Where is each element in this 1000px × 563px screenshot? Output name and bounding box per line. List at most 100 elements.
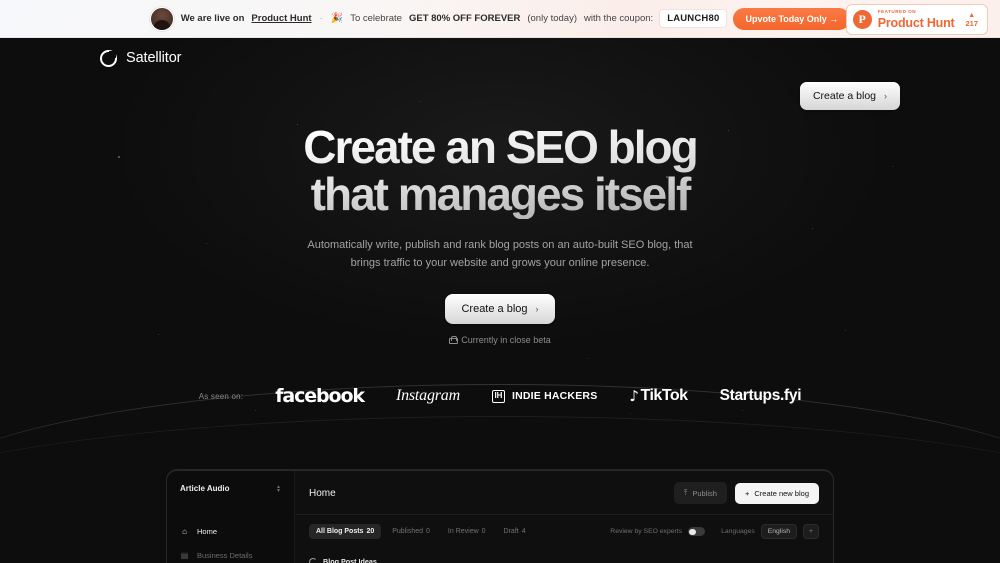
tiktok-label: TikTok (640, 387, 688, 405)
create-new-blog-label: Create new blog (754, 488, 809, 498)
promo-celebrate-text: To celebrate (350, 13, 402, 24)
music-note-icon: ♪ (629, 387, 639, 406)
sidebar-item-business-details[interactable]: ▤ Business Details (167, 543, 294, 563)
hero-cta-wrapper: Create a blog › Currently in close beta (0, 294, 1000, 345)
tab-count: 0 (426, 528, 430, 536)
product-hunt-logo-icon: P (852, 10, 872, 29)
badge-featured-label: FEATURED ON (877, 8, 917, 14)
hero-subtitle-line-1: Automatically write, publish and rank bl… (307, 238, 693, 251)
tab-label: All Blog Posts (316, 528, 364, 536)
create-new-blog-button[interactable]: + Create new blog (734, 482, 819, 504)
tab-count: 0 (481, 528, 486, 536)
seo-review-toggle[interactable] (688, 527, 706, 537)
workspace-switcher[interactable]: Article Audio ▲ ▼ (167, 484, 294, 493)
promo-offer-note: (only today) (527, 13, 577, 24)
status-filter-tabs: All Blog Posts 20 Published 0 In Review 0 D… (309, 524, 533, 540)
brand[interactable]: Satellitor (100, 49, 182, 67)
app-main: Home ⤒ Publish + Create new blog All Blo… (295, 471, 833, 563)
publish-label: Publish (692, 488, 717, 498)
upvote-today-button[interactable]: Upvote Today Only → (733, 7, 851, 30)
instagram-logo: Instagram (395, 387, 460, 405)
promo-offer-text: GET 80% OFF FOREVER (408, 13, 521, 24)
hero-create-blog-button[interactable]: Create a blog › (445, 294, 555, 325)
sidebar-item-label: Home (197, 526, 218, 536)
section-title: Blog Post Ideas (323, 557, 377, 563)
language-chip-english[interactable]: English (760, 524, 798, 540)
upvote-caret-icon: ▲ (968, 11, 976, 19)
as-seen-on-label: As seen on: (198, 391, 244, 401)
landing-page: We are live on Product Hunt · 🎉 To celeb… (0, 0, 1000, 563)
tiktok-logo: ♪ TikTok (629, 387, 688, 406)
workspace-name: Article Audio (180, 484, 230, 494)
tab-label: In Review (447, 528, 479, 536)
badge-product-name: Product Hunt (877, 15, 955, 30)
promo-separator: · (319, 13, 323, 24)
hero-create-blog-label: Create a blog (461, 303, 528, 316)
brand-name: Satellitor (126, 50, 182, 66)
languages-group: Languages English + (721, 524, 819, 540)
tab-count: 4 (521, 528, 526, 536)
app-topbar-actions: ⤒ Publish + Create new blog (674, 482, 819, 505)
product-hunt-badge[interactable]: P FEATURED ON Product Hunt ▲ 217 (845, 4, 988, 35)
upload-icon: ⤒ (684, 488, 688, 498)
section-header: Blog Post Ideas (309, 550, 819, 563)
app-page-title: Home (309, 487, 336, 499)
beta-status: Currently in close beta (449, 335, 551, 345)
home-icon: ⌂ (182, 526, 187, 536)
beta-status-label: Currently in close beta (461, 335, 551, 346)
app-topbar: Home ⤒ Publish + Create new blog (295, 471, 833, 516)
languages-label: Languages (721, 528, 755, 536)
indie-hackers-label: INDIE HACKERS (511, 390, 598, 403)
briefcase-icon: ▤ (180, 550, 189, 560)
promo-lead-text: We are live on (180, 13, 245, 24)
add-language-button[interactable]: + (803, 524, 819, 540)
tab-label: Published (392, 528, 423, 536)
tab-label: Draft (503, 528, 519, 536)
tab-in-review[interactable]: In Review 0 (441, 524, 493, 539)
indie-hackers-mark-icon: IH (491, 389, 505, 403)
seo-review-label: Review by SEO experts (610, 528, 683, 536)
indie-hackers-logo: IH INDIE HACKERS (491, 389, 598, 403)
hero-section: Satellitor Create a blog › Create an SEO… (0, 38, 1000, 563)
hero-title-line-1: Create an SEO blog (303, 121, 697, 173)
site-header: Satellitor (0, 38, 1000, 78)
badge-upvotes: ▲ 217 (965, 12, 978, 28)
hero-title-line-2: that manages itself (310, 168, 690, 221)
app-filter-bar: All Blog Posts 20 Published 0 In Review 0 D… (295, 515, 833, 548)
hero-subtitle: Automatically write, publish and rank bl… (0, 237, 1000, 273)
circle-logo-icon (100, 49, 117, 67)
app-preview-stage: Article Audio ▲ ▼ ⌂ Home ▤ Business Detai… (0, 384, 1000, 563)
chevron-up-down-icon: ▲ ▼ (276, 483, 281, 494)
product-hunt-link[interactable]: Product Hunt (251, 13, 311, 24)
app-sidebar: Article Audio ▲ ▼ ⌂ Home ▤ Business Detai… (167, 471, 295, 563)
tab-published[interactable]: Published 0 (385, 524, 437, 539)
publish-button[interactable]: ⤒ Publish (674, 482, 727, 505)
promo-message: We are live on Product Hunt · 🎉 To celeb… (149, 6, 851, 31)
page-title: Create an SEO blog that manages itself (0, 124, 1000, 219)
coupon-code[interactable]: LAUNCH80 (660, 10, 727, 27)
app-preview-window: Article Audio ▲ ▼ ⌂ Home ▤ Business Detai… (166, 470, 834, 563)
tab-all-blog-posts[interactable]: All Blog Posts 20 (309, 524, 382, 540)
upvote-count: 217 (965, 18, 978, 28)
tab-draft[interactable]: Draft 4 (497, 524, 533, 539)
loading-circle-icon (309, 557, 317, 563)
promo-banner: We are live on Product Hunt · 🎉 To celeb… (0, 0, 1000, 38)
plus-icon: + (744, 488, 750, 498)
product-hunt-badge-text: FEATURED ON Product Hunt (877, 8, 955, 30)
seo-review-toggle-group: Review by SEO experts (610, 527, 706, 537)
lock-icon (449, 336, 459, 345)
promo-coupon-label: with the coupon: (584, 13, 654, 24)
filter-bar-right: Review by SEO experts Languages English … (610, 524, 819, 540)
blog-post-ideas-section: Blog Post Ideas Unlock the Power of Audi… (295, 548, 833, 563)
party-popper-icon: 🎉 (330, 13, 344, 24)
facebook-logo: facebook (275, 385, 365, 408)
hero-content: Create an SEO blog that manages itself A… (0, 78, 1000, 408)
hero-subtitle-line-2: brings traffic to your website and grows… (350, 256, 650, 269)
sidebar-item-label: Business Details (197, 550, 253, 560)
startupsfyi-logo: Startups.fyi (719, 387, 802, 405)
social-proof-logos: As seen on: facebook Instagram IH INDIE … (0, 385, 1000, 407)
chevron-right-icon: › (535, 304, 539, 315)
user-avatar-icon (149, 6, 174, 31)
tab-count: 20 (366, 528, 375, 536)
sidebar-item-home[interactable]: ⌂ Home (167, 519, 294, 543)
